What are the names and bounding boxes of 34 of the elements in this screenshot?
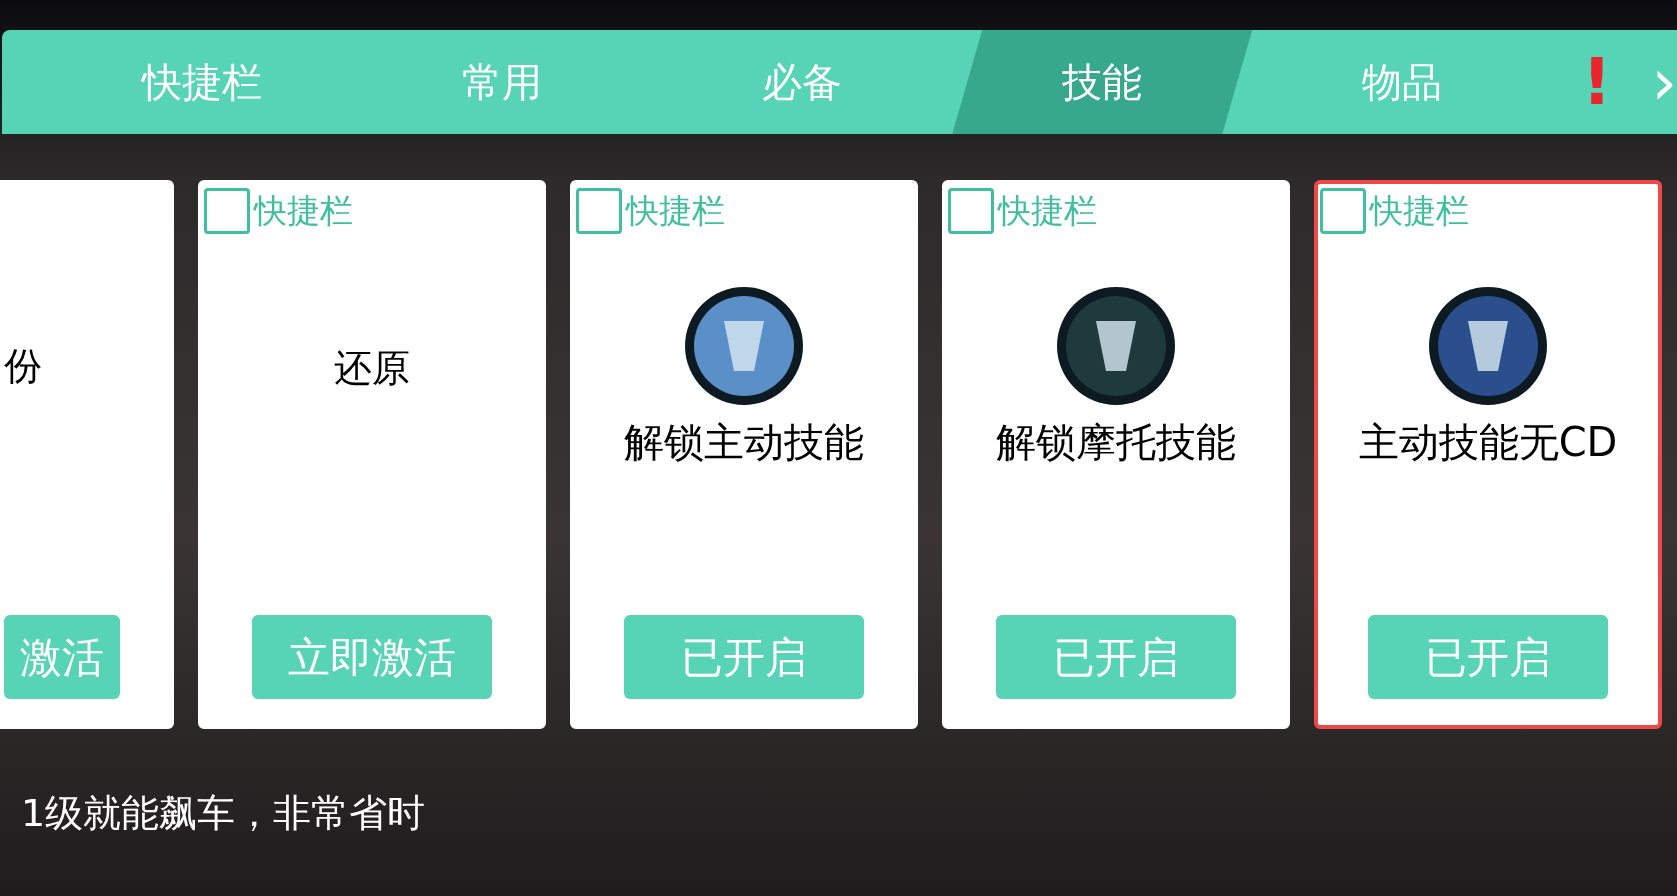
- activate-button[interactable]: 已开启: [624, 615, 864, 699]
- card-title: 解锁摩托技能: [996, 417, 1236, 467]
- checkbox-label: 快捷栏: [626, 190, 725, 232]
- card-title: 份: [4, 343, 42, 390]
- next-arrow[interactable]: ›: [1651, 50, 1677, 114]
- activate-button[interactable]: 已开启: [1368, 615, 1608, 699]
- card-title: 主动技能无CD: [1358, 417, 1618, 467]
- checkbox[interactable]: [948, 187, 994, 234]
- tab[interactable]: 技能: [952, 30, 1253, 134]
- tab[interactable]: 常用: [352, 30, 653, 134]
- tab[interactable]: 快捷栏: [52, 30, 353, 134]
- skill-icon: [1428, 285, 1548, 406]
- feature-card[interactable]: 快捷栏 解锁主动技能 已开启: [570, 180, 918, 729]
- alert-mark: !: [1582, 50, 1612, 114]
- checkbox[interactable]: [204, 187, 250, 234]
- description-text: 1级就能飙车，非常省时: [21, 790, 427, 837]
- tab[interactable]: 物品: [1252, 30, 1553, 134]
- skill-icon: [684, 285, 804, 406]
- feature-card[interactable]: 快捷栏 主动技能无CD 已开启: [1314, 180, 1662, 729]
- tab[interactable]: 必备: [652, 30, 953, 134]
- activate-button[interactable]: 已开启: [996, 615, 1236, 699]
- checkbox[interactable]: [1320, 187, 1366, 234]
- checkbox[interactable]: [576, 187, 622, 234]
- feature-card[interactable]: 快捷栏 解锁摩托技能 已开启: [942, 180, 1290, 729]
- card-title: 还原: [334, 344, 410, 392]
- checkbox-label: 快捷栏: [998, 190, 1097, 232]
- activate-button[interactable]: 激活: [4, 615, 120, 699]
- activate-button[interactable]: 立即激活: [252, 615, 492, 699]
- card-title: 解锁主动技能: [624, 417, 864, 467]
- feature-card[interactable]: 份 激活: [0, 180, 174, 729]
- checkbox-label: 快捷栏: [254, 190, 353, 232]
- checkbox-label: 快捷栏: [1370, 190, 1469, 232]
- feature-card[interactable]: 快捷栏 还原 立即激活: [198, 180, 546, 729]
- skill-icon: [1056, 285, 1176, 406]
